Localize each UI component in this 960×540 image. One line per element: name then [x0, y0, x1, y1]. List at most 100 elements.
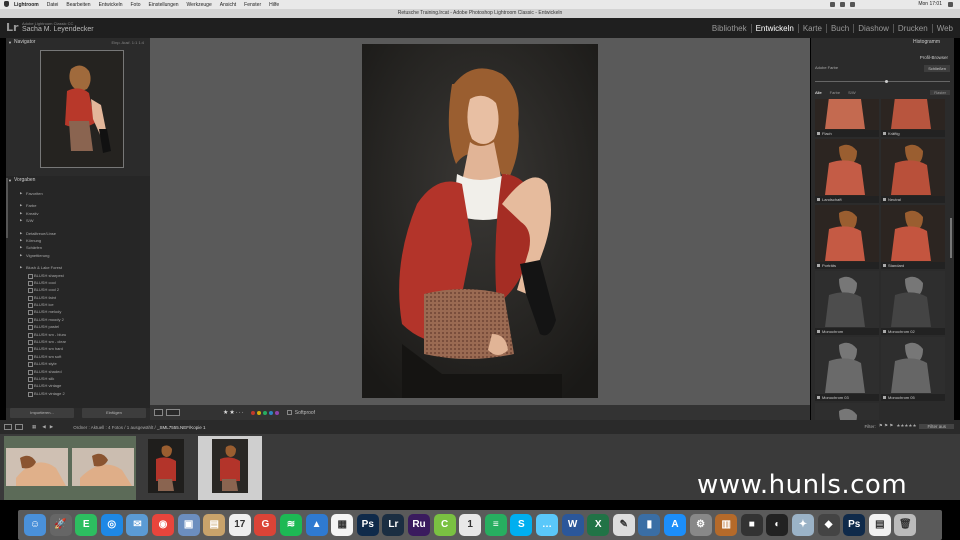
- preset-item[interactable]: BLUSH shaded: [6, 368, 150, 375]
- dock-photoshop-icon[interactable]: Ps: [356, 514, 379, 536]
- profile-amount-slider[interactable]: [815, 80, 950, 83]
- import-button[interactable]: Importieren...: [10, 408, 74, 418]
- profile-tile[interactable]: Monochrom 02: [881, 271, 945, 335]
- filmstrip-thumb-1[interactable]: [6, 448, 68, 486]
- dock-spotify-icon[interactable]: ≋: [280, 514, 302, 536]
- dock-notes-icon[interactable]: ▤: [203, 514, 226, 536]
- rating-star-icon[interactable]: ★: [229, 410, 234, 416]
- dock-onepass-icon[interactable]: 1: [459, 514, 482, 536]
- filter-select[interactable]: Filter aus: [919, 423, 954, 429]
- tab-color[interactable]: Farbe: [830, 90, 840, 95]
- preset-item[interactable]: BLUSH faint: [6, 294, 150, 302]
- spotlight-icon[interactable]: [948, 2, 953, 7]
- dock-evernote-icon[interactable]: E: [75, 514, 98, 536]
- module-map[interactable]: Karte: [797, 24, 826, 33]
- histogram-header[interactable]: Histogramm: [811, 38, 954, 50]
- main-photo[interactable]: [362, 44, 598, 398]
- dock-mail-icon[interactable]: ✉: [126, 514, 149, 536]
- rating-star-icon[interactable]: ·: [239, 410, 241, 416]
- dock-appstore-icon[interactable]: A: [664, 514, 686, 536]
- module-web[interactable]: Web: [931, 24, 957, 33]
- preset-group-vignette[interactable]: Vignettierung: [6, 252, 150, 260]
- menu-item-help[interactable]: Hilfe: [269, 2, 279, 8]
- battery-icon[interactable]: [850, 2, 855, 7]
- dock-excel-icon[interactable]: X: [587, 514, 610, 536]
- dock-c-app-icon[interactable]: C: [433, 514, 456, 536]
- dock-document-icon[interactable]: ▤: [868, 514, 891, 536]
- profile-tile[interactable]: Monochrom 05: [881, 337, 945, 401]
- rating-star-icon[interactable]: ★: [223, 410, 228, 416]
- profile-tile[interactable]: [815, 403, 879, 420]
- dock-lightroom-icon[interactable]: Lr: [382, 514, 405, 536]
- filmstrip-thumb-4-selected[interactable]: [212, 439, 248, 493]
- preset-group-creative[interactable]: Kreativ: [6, 210, 150, 218]
- dock-keynote-icon[interactable]: ▲: [305, 514, 328, 536]
- dock-settings-icon[interactable]: ⚙: [689, 514, 712, 536]
- preset-item[interactable]: BLUSH vintage 2: [6, 390, 150, 398]
- preset-item[interactable]: BLUSH moody 2: [6, 316, 150, 324]
- menu-item-app[interactable]: Lightroom: [14, 2, 39, 8]
- preset-group-sharpen[interactable]: Schärfen: [6, 244, 150, 252]
- forward-arrow-icon[interactable]: ▶: [50, 424, 53, 430]
- dock-books-icon[interactable]: ▥: [715, 514, 738, 536]
- dock-camera-icon[interactable]: ■: [740, 514, 763, 536]
- preset-item[interactable]: BLUSH sm soft: [6, 353, 150, 361]
- tab-bw[interactable]: S/W: [848, 90, 856, 95]
- preset-item[interactable]: BLUSH sm hard: [6, 345, 150, 353]
- dock-rush-icon[interactable]: Ru: [408, 514, 430, 536]
- preset-item[interactable]: BLUSH cool: [6, 279, 150, 287]
- filmstrip-thumb-2[interactable]: [72, 448, 134, 486]
- profile-tile[interactable]: Monochrom: [815, 271, 879, 335]
- dock-word-icon[interactable]: W: [561, 514, 584, 536]
- preset-item[interactable]: BLUSH pastel: [6, 323, 150, 331]
- preset-item[interactable]: BLUSH sm - clear: [6, 338, 150, 346]
- preset-item[interactable]: BLUSH silk: [6, 375, 150, 383]
- module-library[interactable]: Bibliothek: [708, 24, 751, 33]
- preset-item[interactable]: BLUSH sharpest: [6, 272, 150, 279]
- dock-numbers-icon[interactable]: ≡: [484, 514, 507, 536]
- dock-launchpad-icon[interactable]: 🚀: [49, 514, 72, 536]
- before-after-button[interactable]: [166, 409, 180, 416]
- back-arrow-icon[interactable]: ◀: [42, 424, 45, 430]
- menu-item-window[interactable]: Fenster: [244, 2, 261, 8]
- dock-photoshop-2-icon[interactable]: Ps: [843, 514, 866, 536]
- menu-item-develop[interactable]: Entwickeln: [99, 2, 123, 8]
- profile-tile[interactable]: Standard: [881, 205, 945, 269]
- preset-item[interactable]: BLUSH vintage: [6, 382, 150, 390]
- module-develop[interactable]: Entwickeln: [750, 24, 798, 33]
- color-label-dot[interactable]: [256, 410, 261, 415]
- left-panel-scrollbar[interactable]: [6, 178, 8, 238]
- rating-stars[interactable]: ★★···: [223, 409, 245, 416]
- primary-display-icon[interactable]: [4, 424, 12, 430]
- status-icon[interactable]: [830, 2, 835, 7]
- module-print[interactable]: Drucken: [892, 24, 932, 33]
- filter-flag-icon[interactable]: ⚑ ⚑ ⚑: [879, 423, 894, 429]
- loupe-view-button[interactable]: [154, 409, 163, 416]
- menu-item-view[interactable]: Ansicht: [220, 2, 236, 8]
- rating-star-icon[interactable]: ·: [236, 410, 238, 416]
- preset-item[interactable]: BLUSH ice: [6, 301, 150, 309]
- right-panel-scrollbar[interactable]: [950, 218, 952, 258]
- grid-icon[interactable]: ▦: [32, 424, 36, 430]
- menu-item-settings[interactable]: Einstellungen: [149, 2, 179, 8]
- dock-finder-icon[interactable]: ☺: [24, 514, 46, 536]
- navigator-zoom-options[interactable]: Einp. Ausf. 1:1 1:4: [112, 38, 144, 47]
- preset-group-detail[interactable]: Detailtreue/Linse: [6, 230, 150, 238]
- profile-tile[interactable]: Neutral: [881, 139, 945, 203]
- dock-messages-icon[interactable]: …: [536, 514, 558, 536]
- menu-item-file[interactable]: Datei: [47, 2, 59, 8]
- slider-thumb[interactable]: [885, 80, 888, 83]
- tab-all[interactable]: Alle: [815, 90, 822, 95]
- color-label-dot[interactable]: [268, 410, 273, 415]
- preset-item[interactable]: BLUSH style: [6, 360, 150, 368]
- profile-tile[interactable]: Kräftig: [881, 99, 945, 137]
- dock-safari-icon[interactable]: ◎: [100, 514, 123, 536]
- profile-tile[interactable]: Landschaft: [815, 139, 879, 203]
- dock-calendar-icon[interactable]: 17: [228, 514, 251, 536]
- filmstrip-thumb-3[interactable]: [148, 439, 184, 493]
- dock-skype-icon[interactable]: S: [510, 514, 533, 536]
- preset-group-favorites[interactable]: Favoriten: [6, 190, 150, 198]
- dock-pages-icon[interactable]: ▦: [331, 514, 354, 536]
- dock-screen-icon[interactable]: ◐: [766, 514, 789, 536]
- color-labels[interactable]: [250, 410, 281, 415]
